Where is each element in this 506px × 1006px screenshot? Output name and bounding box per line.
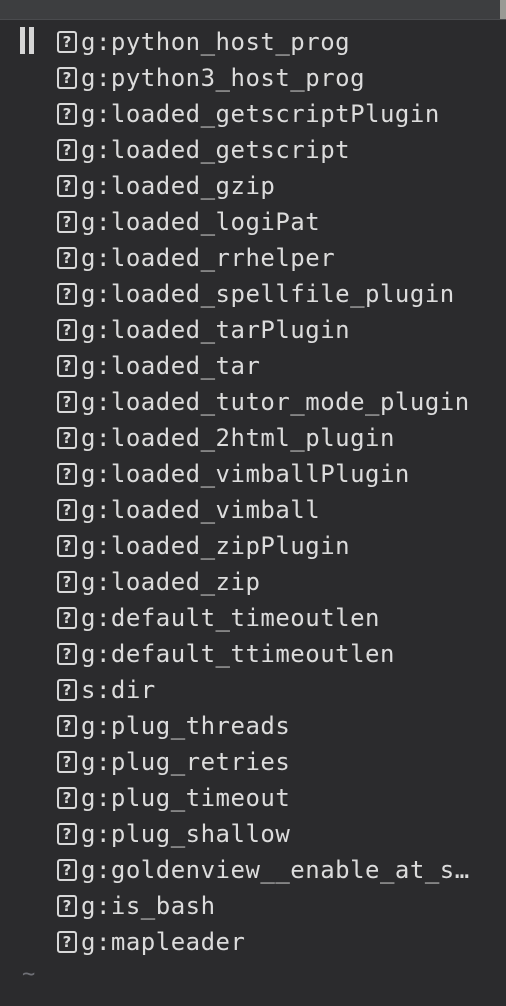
variable-name: g:python_host_prog bbox=[81, 28, 351, 56]
question-mark-icon: ? bbox=[57, 391, 77, 413]
question-mark-icon: ? bbox=[57, 715, 77, 737]
cursor-bar-left bbox=[20, 27, 25, 54]
variable-name: g:plug_timeout bbox=[81, 784, 291, 812]
variable-row[interactable]: ? g:mapleader bbox=[57, 924, 470, 960]
variable-name: g:loaded_vimball bbox=[81, 496, 321, 524]
variable-row[interactable]: ? g:plug_threads bbox=[57, 708, 470, 744]
cursor-indicator bbox=[20, 27, 36, 54]
question-mark-icon: ? bbox=[57, 175, 77, 197]
variable-name: g:loaded_zipPlugin bbox=[81, 532, 351, 560]
variable-name: g:loaded_tar bbox=[81, 352, 261, 380]
question-mark-icon: ? bbox=[57, 751, 77, 773]
question-mark-icon: ? bbox=[57, 571, 77, 593]
variable-row[interactable]: ? g:default_ttimeoutlen bbox=[57, 636, 470, 672]
variable-row[interactable]: ? g:loaded_gzip bbox=[57, 168, 470, 204]
variable-name: g:loaded_getscript bbox=[81, 136, 351, 164]
variable-row[interactable]: ? g:loaded_spellfile_plugin bbox=[57, 276, 470, 312]
variable-name: g:is_bash bbox=[81, 892, 216, 920]
variable-name: g:loaded_zip bbox=[81, 568, 261, 596]
variable-row[interactable]: ? g:loaded_getscript bbox=[57, 132, 470, 168]
variable-row[interactable]: ? g:plug_timeout bbox=[57, 780, 470, 816]
scrollbar-corner bbox=[500, 0, 506, 19]
variable-row[interactable]: ? g:loaded_getscriptPlugin bbox=[57, 96, 470, 132]
top-bar bbox=[0, 0, 506, 20]
variable-name: g:plug_retries bbox=[81, 748, 291, 776]
variable-row[interactable]: ? g:loaded_zipPlugin bbox=[57, 528, 470, 564]
question-mark-icon: ? bbox=[57, 859, 77, 881]
variable-name: g:loaded_tarPlugin bbox=[81, 316, 351, 344]
variable-name: g:default_ttimeoutlen bbox=[81, 640, 395, 668]
variable-name: s:dir bbox=[81, 676, 156, 704]
variable-name: g:loaded_tutor_mode_plugin bbox=[81, 388, 470, 416]
question-mark-icon: ? bbox=[57, 319, 77, 341]
variable-name: g:loaded_2html_plugin bbox=[81, 424, 395, 452]
variable-row[interactable]: ? g:default_timeoutlen bbox=[57, 600, 470, 636]
variable-name: g:default_timeoutlen bbox=[81, 604, 380, 632]
question-mark-icon: ? bbox=[57, 931, 77, 953]
question-mark-icon: ? bbox=[57, 463, 77, 485]
question-mark-icon: ? bbox=[57, 607, 77, 629]
variable-row[interactable]: ? g:loaded_vimball bbox=[57, 492, 470, 528]
question-mark-icon: ? bbox=[57, 679, 77, 701]
variable-row[interactable]: ? g:python_host_prog bbox=[57, 24, 470, 60]
variable-row[interactable]: ? g:loaded_2html_plugin bbox=[57, 420, 470, 456]
cursor-bar-right bbox=[29, 27, 34, 54]
variable-row[interactable]: ? s:dir bbox=[57, 672, 470, 708]
variable-row[interactable]: ? g:loaded_logiPat bbox=[57, 204, 470, 240]
question-mark-icon: ? bbox=[57, 427, 77, 449]
question-mark-icon: ? bbox=[57, 67, 77, 89]
question-mark-icon: ? bbox=[57, 499, 77, 521]
question-mark-icon: ? bbox=[57, 787, 77, 809]
variable-row[interactable]: ? g:loaded_tarPlugin bbox=[57, 312, 470, 348]
variable-row[interactable]: ? g:plug_retries bbox=[57, 744, 470, 780]
variable-name: g:loaded_vimballPlugin bbox=[81, 460, 410, 488]
variable-name: g:plug_threads bbox=[81, 712, 291, 740]
question-mark-icon: ? bbox=[57, 895, 77, 917]
variable-name: g:loaded_gzip bbox=[81, 172, 276, 200]
question-mark-icon: ? bbox=[57, 139, 77, 161]
question-mark-icon: ? bbox=[57, 643, 77, 665]
variable-row[interactable]: ? g:is_bash bbox=[57, 888, 470, 924]
variable-row[interactable]: ? g:goldenview__enable_at_s… bbox=[57, 852, 470, 888]
question-mark-icon: ? bbox=[57, 211, 77, 233]
variable-row[interactable]: ? g:plug_shallow bbox=[57, 816, 470, 852]
variable-row[interactable]: ? g:loaded_zip bbox=[57, 564, 470, 600]
variable-row[interactable]: ? g:loaded_tutor_mode_plugin bbox=[57, 384, 470, 420]
variable-name: g:goldenview__enable_at_s… bbox=[81, 856, 470, 884]
variable-name: g:python3_host_prog bbox=[81, 64, 366, 92]
variable-name: g:loaded_spellfile_plugin bbox=[81, 280, 455, 308]
variable-row[interactable]: ? g:loaded_vimballPlugin bbox=[57, 456, 470, 492]
variable-row[interactable]: ? g:loaded_rrhelper bbox=[57, 240, 470, 276]
variable-row[interactable]: ? g:loaded_tar bbox=[57, 348, 470, 384]
variable-name: g:plug_shallow bbox=[81, 820, 291, 848]
question-mark-icon: ? bbox=[57, 535, 77, 557]
variable-name: g:loaded_logiPat bbox=[81, 208, 321, 236]
question-mark-icon: ? bbox=[57, 283, 77, 305]
question-mark-icon: ? bbox=[57, 103, 77, 125]
question-mark-icon: ? bbox=[57, 823, 77, 845]
variable-name: g:loaded_rrhelper bbox=[81, 244, 336, 272]
question-mark-icon: ? bbox=[57, 355, 77, 377]
variable-list: ? g:python_host_prog? g:python3_host_prog?… bbox=[57, 24, 470, 960]
variable-name: g:mapleader bbox=[81, 928, 246, 956]
question-mark-icon: ? bbox=[57, 247, 77, 269]
variable-row[interactable]: ? g:python3_host_prog bbox=[57, 60, 470, 96]
variable-name: g:loaded_getscriptPlugin bbox=[81, 100, 440, 128]
question-mark-icon: ? bbox=[57, 31, 77, 53]
empty-line-marker: ~ bbox=[22, 962, 36, 987]
